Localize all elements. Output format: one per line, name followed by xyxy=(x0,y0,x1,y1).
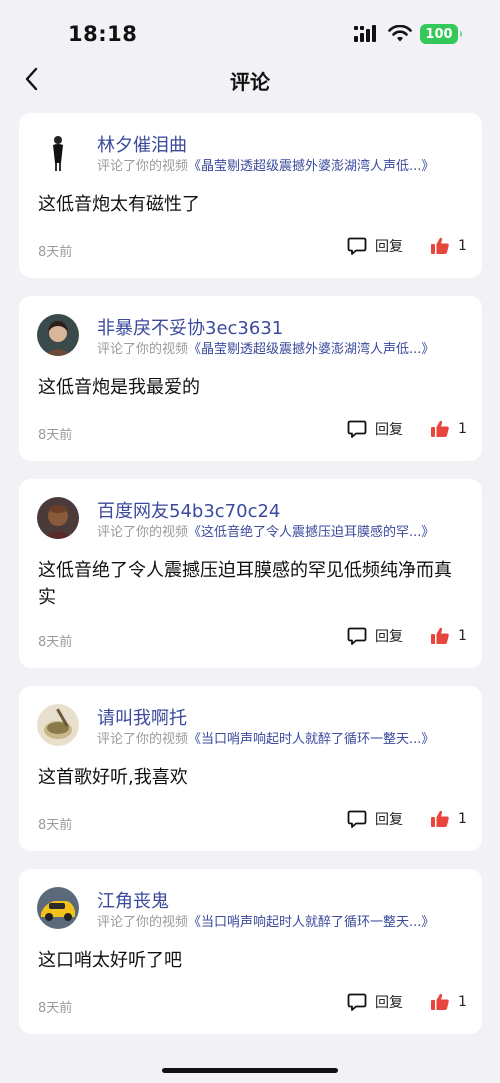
battery-level: 100 xyxy=(425,26,453,42)
comment-author[interactable]: 林夕催泪曲 xyxy=(97,131,187,157)
comment-source-prefix: 评论了你的视频 xyxy=(97,159,189,174)
page-title: 评论 xyxy=(230,70,270,94)
status-bar: 18:18 100 xyxy=(0,0,500,62)
man-portrait-avatar[interactable] xyxy=(37,497,79,539)
yellow-car-avatar[interactable] xyxy=(37,887,79,929)
thumbs-up-icon xyxy=(431,420,449,437)
nav-bar: 评论 xyxy=(0,62,500,98)
comment-text: 这首歌好听,我喜欢 xyxy=(38,767,188,788)
video-link[interactable]: 《晶莹剔透超级震撼外婆澎湖湾人声低...》 xyxy=(188,342,434,357)
comment-source: 评论了你的视频《当口哨声响起时人就醉了循环一整天...》 xyxy=(97,911,434,930)
comment-text: 这低音绝了令人震撼压迫耳膜感的罕见低频纯净而真实 xyxy=(38,560,452,608)
comment-footer: 8天前 回复 1 xyxy=(19,620,482,668)
comment-time: 8天前 xyxy=(38,1001,73,1016)
comment-footer: 8天前 回复 1 xyxy=(19,803,482,851)
comment-source: 评论了你的视频《这低音绝了令人震撼压迫耳膜感的罕...》 xyxy=(97,521,434,540)
thumbs-up-icon xyxy=(431,993,449,1010)
comment-text: 这低音炮是我最爱的 xyxy=(38,377,200,398)
video-link[interactable]: 《当口哨声响起时人就醉了循环一整天...》 xyxy=(188,732,434,747)
like-button[interactable]: 1 xyxy=(430,236,467,256)
woman-portrait-avatar[interactable] xyxy=(37,314,79,356)
reply-button[interactable]: 回复 xyxy=(347,626,403,646)
thumbs-up-icon xyxy=(431,627,449,644)
comment-time: 8天前 xyxy=(38,635,73,650)
reply-label: 回复 xyxy=(375,629,403,645)
video-link[interactable]: 《这低音绝了令人震撼压迫耳膜感的罕...》 xyxy=(188,525,434,540)
speech-bubble-icon xyxy=(347,810,367,828)
comment-footer: 8天前 回复 1 xyxy=(19,986,482,1034)
comment-source-prefix: 评论了你的视频 xyxy=(97,732,189,747)
thumbs-up-icon xyxy=(431,810,449,827)
comment-time: 8天前 xyxy=(38,428,73,443)
like-count: 1 xyxy=(458,238,467,254)
comment-card[interactable]: 林夕催泪曲 评论了你的视频《晶莹剔透超级震撼外婆澎湖湾人声低...》 这低音炮太… xyxy=(19,113,482,278)
comment-source-prefix: 评论了你的视频 xyxy=(97,915,189,930)
comment-card[interactable]: 非暴戾不妥协3ec3631 评论了你的视频《晶莹剔透超级震撼外婆澎湖湾人声低..… xyxy=(19,296,482,461)
reply-label: 回复 xyxy=(375,995,403,1011)
comment-author[interactable]: 江角丧鬼 xyxy=(97,887,169,913)
battery-icon: 100 xyxy=(420,24,462,44)
comment-time: 8天前 xyxy=(38,818,73,833)
like-count: 1 xyxy=(458,421,467,437)
speech-bubble-icon xyxy=(347,993,367,1011)
speech-bubble-icon xyxy=(347,420,367,438)
comment-time: 8天前 xyxy=(38,245,73,260)
tea-cup-avatar[interactable] xyxy=(37,704,79,746)
cellular-signal-icon xyxy=(354,25,376,42)
wifi-icon xyxy=(388,25,412,42)
comment-source-prefix: 评论了你的视频 xyxy=(97,342,189,357)
like-button[interactable]: 1 xyxy=(430,992,467,1012)
like-count: 1 xyxy=(458,811,467,827)
comment-list: 林夕催泪曲 评论了你的视频《晶莹剔透超级震撼外婆澎湖湾人声低...》 这低音炮太… xyxy=(19,113,482,1052)
like-count: 1 xyxy=(458,994,467,1010)
thumbs-up-icon xyxy=(431,237,449,254)
like-button[interactable]: 1 xyxy=(430,809,467,829)
status-time: 18:18 xyxy=(68,22,138,46)
speech-bubble-icon xyxy=(347,627,367,645)
reply-label: 回复 xyxy=(375,422,403,438)
like-button[interactable]: 1 xyxy=(430,419,467,439)
like-count: 1 xyxy=(458,628,467,644)
like-button[interactable]: 1 xyxy=(430,626,467,646)
comment-source: 评论了你的视频《晶莹剔透超级震撼外婆澎湖湾人声低...》 xyxy=(97,155,434,174)
reply-button[interactable]: 回复 xyxy=(347,236,403,256)
reply-label: 回复 xyxy=(375,812,403,828)
reply-button[interactable]: 回复 xyxy=(347,809,403,829)
comment-card[interactable]: 百度网友54b3c70c24 评论了你的视频《这低音绝了令人震撼压迫耳膜感的罕.… xyxy=(19,479,482,668)
comment-author[interactable]: 非暴戾不妥协3ec3631 xyxy=(97,314,283,340)
comment-card[interactable]: 江角丧鬼 评论了你的视频《当口哨声响起时人就醉了循环一整天...》 这口哨太好听… xyxy=(19,869,482,1034)
comment-text: 这口哨太好听了吧 xyxy=(38,950,182,971)
comment-footer: 8天前 回复 1 xyxy=(19,230,482,278)
speech-bubble-icon xyxy=(347,237,367,255)
home-indicator[interactable] xyxy=(162,1068,338,1073)
comment-footer: 8天前 回复 1 xyxy=(19,413,482,461)
reply-label: 回复 xyxy=(375,239,403,255)
comment-source-prefix: 评论了你的视频 xyxy=(97,525,189,540)
comment-card[interactable]: 请叫我啊托 评论了你的视频《当口哨声响起时人就醉了循环一整天...》 这首歌好听… xyxy=(19,686,482,851)
comment-author[interactable]: 百度网友54b3c70c24 xyxy=(97,497,280,523)
status-icons: 100 xyxy=(354,24,462,44)
comment-author[interactable]: 请叫我啊托 xyxy=(97,704,187,730)
video-link[interactable]: 《当口哨声响起时人就醉了循环一整天...》 xyxy=(188,915,434,930)
woman-standing-avatar[interactable] xyxy=(37,131,79,173)
comment-source: 评论了你的视频《当口哨声响起时人就醉了循环一整天...》 xyxy=(97,728,434,747)
reply-button[interactable]: 回复 xyxy=(347,992,403,1012)
comment-source: 评论了你的视频《晶莹剔透超级震撼外婆澎湖湾人声低...》 xyxy=(97,338,434,357)
comment-text: 这低音炮太有磁性了 xyxy=(38,194,200,215)
reply-button[interactable]: 回复 xyxy=(347,419,403,439)
video-link[interactable]: 《晶莹剔透超级震撼外婆澎湖湾人声低...》 xyxy=(188,159,434,174)
